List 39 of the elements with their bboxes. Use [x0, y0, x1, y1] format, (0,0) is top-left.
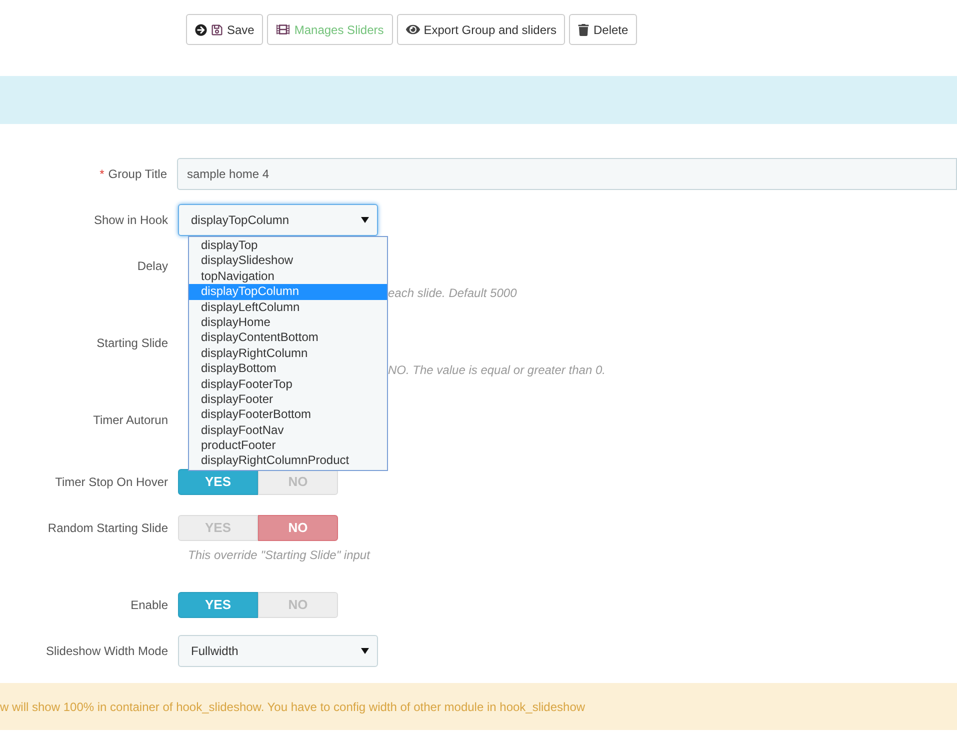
dropdown-option[interactable]: displayFootNav	[189, 422, 387, 438]
dropdown-option[interactable]: displaySlideshow	[189, 253, 387, 269]
field-label: Delay	[137, 258, 168, 275]
dropdown-option[interactable]: displayBottom	[189, 361, 387, 377]
dropdown-option[interactable]: displayLeftColumn	[189, 300, 387, 315]
field-label: Show in Hook	[94, 212, 168, 229]
help-text: This override "Starting Slide" input	[188, 547, 370, 564]
field-label: Enable	[130, 597, 168, 614]
eye-icon	[406, 23, 420, 36]
field-label: Timer Autorun	[93, 412, 168, 429]
dropdown-option[interactable]: displayFooterTop	[189, 376, 387, 392]
dropdown-option[interactable]: productFooter	[189, 438, 387, 454]
field-label: Slideshow Width Mode	[46, 643, 168, 660]
help-text: each slide. Default 5000	[388, 285, 517, 302]
dropdown-option[interactable]: displayRightColumnProduct	[189, 453, 387, 469]
film-icon	[276, 23, 290, 36]
dropdown-option[interactable]: displayHome	[189, 314, 387, 330]
caret-icon	[361, 648, 369, 654]
toolbar-button[interactable]: Delete	[569, 14, 638, 45]
dropdown-option[interactable]: displayFooterBottom	[189, 407, 387, 423]
dropdown-option[interactable]: displayTop	[189, 238, 387, 254]
toolbar-button[interactable]: Export Group and sliders	[396, 14, 566, 45]
field-label: Timer Stop On Hover	[55, 474, 168, 491]
caret-icon	[361, 217, 369, 223]
field-label: Group Title	[108, 166, 167, 183]
field-label: Random Starting Slide	[48, 520, 168, 537]
toolbar-button[interactable]: Save	[186, 14, 264, 45]
help-text: NO. The value is equal or greater than 0.	[388, 362, 606, 379]
required-asterisk: *	[100, 166, 104, 183]
select-field[interactable]: displayTopColumn	[178, 204, 378, 236]
select-field[interactable]: Fullwidth	[178, 635, 378, 667]
field-label: Starting Slide	[96, 335, 168, 352]
alert-message: w will show 100% in container of hook_slideshow. You have to config width of other module in hook_slideshow	[0, 698, 586, 716]
text-field[interactable]: sample home 4	[177, 158, 957, 190]
dropdown-option[interactable]: displayContentBottom	[189, 330, 387, 346]
dropdown-option[interactable]: displayRightColumn	[189, 346, 387, 362]
dropdown-option[interactable]: topNavigation	[189, 268, 387, 284]
trash-icon	[578, 24, 590, 36]
dropdown-option[interactable]: displayFooter	[189, 392, 387, 408]
